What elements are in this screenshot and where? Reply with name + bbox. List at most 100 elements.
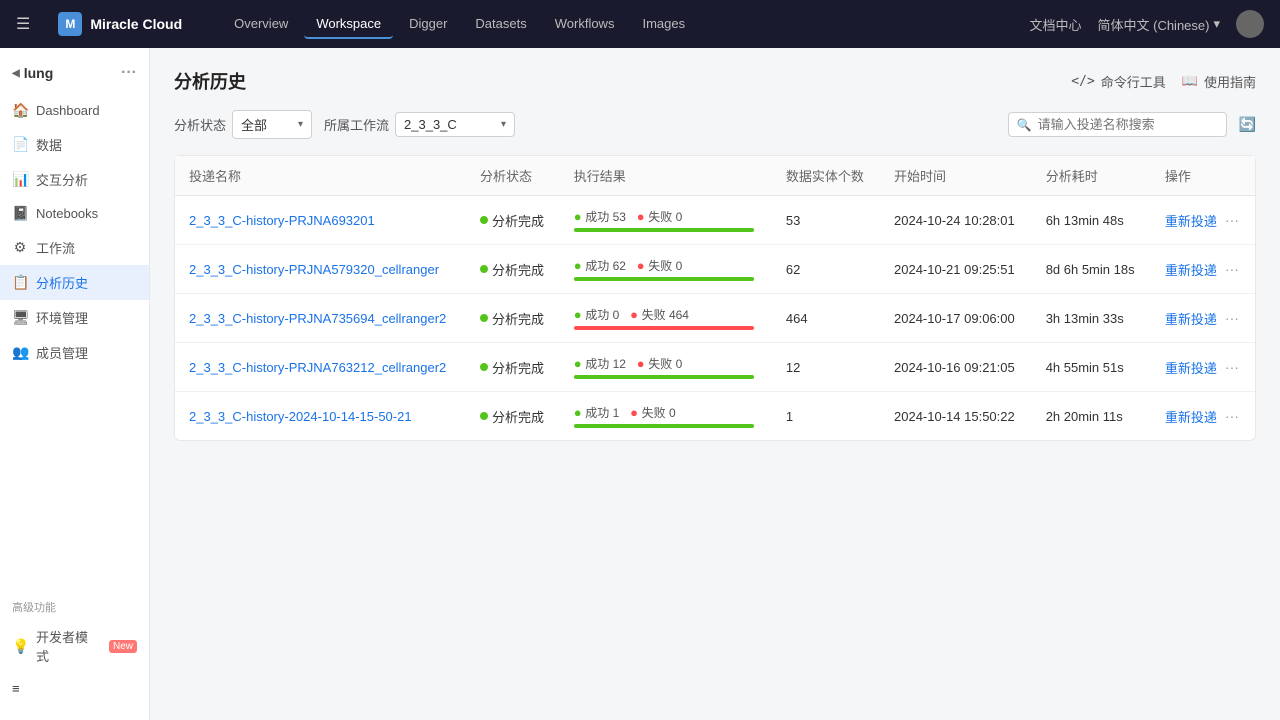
search-input[interactable] — [1038, 117, 1218, 132]
progress-bar-success — [574, 375, 754, 379]
action-cell: 重新投递 ··· — [1165, 358, 1241, 377]
progress-bar-success — [574, 277, 754, 281]
progress-bar-success — [574, 424, 754, 428]
fail-count: 失败 0 — [648, 210, 682, 224]
fail-dot-icon: ● — [630, 307, 638, 322]
sidebar-item-devmode-label: 开发者模式 — [36, 627, 99, 665]
history-name-link[interactable]: 2_3_3_C-history-PRJNA693201 — [189, 213, 375, 228]
status-filter-select[interactable]: 全部 ▾ — [232, 110, 312, 139]
duration: 3h 13min 33s — [1032, 294, 1151, 343]
col-name: 投递名称 — [175, 156, 466, 196]
notebooks-icon: 📓 — [12, 205, 28, 222]
sidebar-item-members[interactable]: 👥 成员管理 — [0, 335, 149, 370]
nav-overview[interactable]: Overview — [222, 10, 300, 39]
more-actions-icon[interactable]: ··· — [1225, 310, 1239, 326]
language-selector[interactable]: 简体中文 (Chinese) ▾ — [1098, 15, 1221, 34]
workflow-filter-select[interactable]: 2_3_3_C ▾ — [395, 112, 515, 137]
duration: 6h 13min 48s — [1032, 196, 1151, 245]
sidebar-item-interactive[interactable]: 📊 交互分析 — [0, 162, 149, 197]
status-filter-value: 全部 — [241, 115, 267, 134]
doc-center-button[interactable]: 文档中心 — [1029, 15, 1081, 34]
cli-button[interactable]: </> 命令行工具 — [1071, 72, 1166, 91]
resubmit-button[interactable]: 重新投递 — [1165, 309, 1217, 328]
search-box: 🔍 — [1008, 112, 1227, 137]
history-table: 投递名称 分析状态 执行结果 数据实体个数 开始时间 分析耗时 操作 2_3_3… — [175, 156, 1255, 440]
fail-dot-icon: ● — [637, 209, 645, 224]
dashboard-icon: 🏠 — [12, 102, 28, 119]
workflow-icon: ⚙ — [12, 239, 28, 256]
sidebar-item-devmode[interactable]: 💡 开发者模式 New — [0, 619, 149, 673]
result-bar: ● 成功 1 ● 失败 0 — [574, 404, 758, 428]
sidebar-item-history[interactable]: 📋 分析历史 — [0, 265, 149, 300]
progress-bar-track — [574, 424, 754, 428]
more-actions-icon[interactable]: ··· — [1225, 408, 1239, 424]
resubmit-button[interactable]: 重新投递 — [1165, 211, 1217, 230]
status-text: 分析完成 — [492, 309, 544, 328]
success-dot-icon: ● — [574, 356, 582, 371]
action-cell: 重新投递 ··· — [1165, 260, 1241, 279]
status-text: 分析完成 — [492, 407, 544, 426]
user-avatar[interactable] — [1236, 10, 1264, 38]
collapse-icon: ≡ — [12, 681, 20, 696]
workspace-more-icon[interactable]: ··· — [121, 64, 137, 82]
history-name-link[interactable]: 2_3_3_C-history-PRJNA579320_cellranger — [189, 262, 439, 277]
sidebar: ◀ lung ··· 🏠 Dashboard 📄 数据 📊 交互分析 📓 Not… — [0, 48, 150, 720]
nav-images[interactable]: Images — [630, 10, 697, 39]
advanced-section-label: 高级功能 — [0, 587, 149, 619]
sidebar-item-notebooks[interactable]: 📓 Notebooks — [0, 197, 149, 230]
progress-bar-track — [574, 277, 754, 281]
col-status: 分析状态 — [466, 156, 560, 196]
sidebar-item-dashboard[interactable]: 🏠 Dashboard — [0, 94, 149, 127]
success-count: 成功 0 — [585, 308, 619, 322]
nav-workflows[interactable]: Workflows — [543, 10, 627, 39]
sidebar-collapse-button[interactable]: ≡ — [0, 673, 149, 704]
fail-count: 失败 0 — [642, 406, 676, 420]
workspace-name-button[interactable]: ◀ lung — [12, 65, 53, 81]
sidebar-item-interactive-label: 交互分析 — [36, 170, 88, 189]
nav-datasets[interactable]: Datasets — [463, 10, 538, 39]
more-actions-icon[interactable]: ··· — [1225, 261, 1239, 277]
success-dot-icon: ● — [574, 307, 582, 322]
menu-toggle-icon[interactable]: ☰ — [16, 14, 30, 34]
search-icon: 🔍 — [1017, 118, 1032, 132]
page-header: 分析历史 </> 命令行工具 📖 使用指南 — [174, 68, 1256, 94]
table-row: 2_3_3_C-history-PRJNA763212_cellranger2 … — [175, 343, 1255, 392]
sidebar-item-data[interactable]: 📄 数据 — [0, 127, 149, 162]
nav-workspace[interactable]: Workspace — [304, 10, 393, 39]
more-actions-icon[interactable]: ··· — [1225, 212, 1239, 228]
action-cell: 重新投递 ··· — [1165, 407, 1241, 426]
nav-digger[interactable]: Digger — [397, 10, 459, 39]
entity-count: 53 — [772, 196, 880, 245]
entity-count: 12 — [772, 343, 880, 392]
history-table-container: 投递名称 分析状态 执行结果 数据实体个数 开始时间 分析耗时 操作 2_3_3… — [174, 155, 1256, 441]
status-badge: 分析完成 — [480, 407, 546, 426]
action-cell: 重新投递 ··· — [1165, 309, 1241, 328]
resubmit-button[interactable]: 重新投递 — [1165, 407, 1217, 426]
resubmit-button[interactable]: 重新投递 — [1165, 358, 1217, 377]
sidebar-item-workflow[interactable]: ⚙ 工作流 — [0, 230, 149, 265]
resubmit-button[interactable]: 重新投递 — [1165, 260, 1217, 279]
history-name-link[interactable]: 2_3_3_C-history-PRJNA763212_cellranger2 — [189, 360, 446, 375]
members-icon: 👥 — [12, 344, 28, 361]
status-dot-icon — [480, 363, 488, 371]
workspace-name: lung — [24, 65, 54, 81]
sidebar-item-env-label: 环境管理 — [36, 308, 88, 327]
duration: 2h 20min 11s — [1032, 392, 1151, 441]
sidebar-item-history-label: 分析历史 — [36, 273, 88, 292]
history-name-link[interactable]: 2_3_3_C-history-2024-10-14-15-50-21 — [189, 409, 412, 424]
history-name-link[interactable]: 2_3_3_C-history-PRJNA735694_cellranger2 — [189, 311, 446, 326]
col-start: 开始时间 — [880, 156, 1032, 196]
result-bar: ● 成功 12 ● 失败 0 — [574, 355, 758, 379]
logo[interactable]: M Miracle Cloud — [58, 12, 182, 36]
guide-button[interactable]: 📖 使用指南 — [1182, 72, 1256, 91]
fail-count: 失败 464 — [642, 308, 689, 322]
more-actions-icon[interactable]: ··· — [1225, 359, 1239, 375]
progress-bar-track — [574, 228, 754, 232]
duration: 4h 55min 51s — [1032, 343, 1151, 392]
refresh-button[interactable]: 🔄 — [1239, 116, 1256, 133]
start-time: 2024-10-17 09:06:00 — [880, 294, 1032, 343]
entity-count: 464 — [772, 294, 880, 343]
sidebar-item-env[interactable]: 🖥 环境管理 — [0, 300, 149, 335]
start-time: 2024-10-24 10:28:01 — [880, 196, 1032, 245]
page-title: 分析历史 — [174, 68, 246, 94]
